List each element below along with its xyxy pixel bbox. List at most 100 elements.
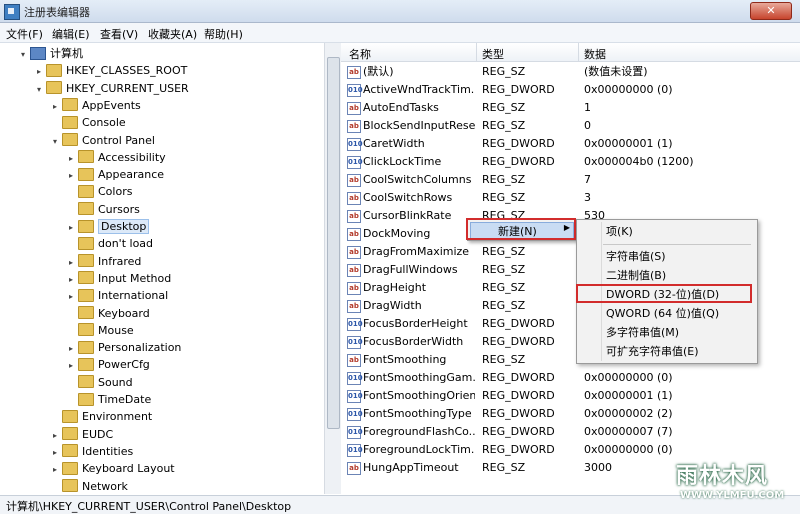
scrollbar-thumb[interactable]: [327, 57, 340, 429]
tree-item[interactable]: ▸ Identities: [50, 443, 133, 460]
folder-icon: [62, 133, 78, 146]
expander-icon[interactable]: ▸: [50, 461, 60, 478]
computer-icon: [30, 46, 46, 60]
menu-edit[interactable]: 编辑(E): [52, 26, 90, 42]
value-name: CoolSwitchColumns: [363, 173, 472, 186]
expander-icon[interactable]: ▸: [50, 98, 60, 115]
reg-string-icon: ab: [347, 174, 361, 187]
tree-item[interactable]: ▸ International: [66, 287, 168, 304]
expander-icon[interactable]: ▾: [50, 133, 60, 150]
menu-file[interactable]: 文件(F): [6, 26, 43, 42]
tree-item[interactable]: ▾ 计算机: [18, 45, 83, 62]
expander-icon[interactable]: ▸: [66, 288, 76, 305]
expander-icon[interactable]: ▸: [34, 63, 44, 80]
tree-item[interactable]: ▸ Personalization: [66, 339, 181, 356]
expander-icon[interactable]: ▸: [50, 444, 60, 461]
folder-icon: [62, 115, 78, 129]
value-row[interactable]: 010 FontSmoothingOrien... REG_DWORD 0x00000…: [341, 387, 800, 405]
menu-bar: 文件(F) 编辑(E) 查看(V) 收藏夹(A) 帮助(H): [0, 23, 800, 43]
value-row[interactable]: 010 ClickLockTime REG_DWORD 0x000004b0 (120…: [341, 153, 800, 171]
reg-string-icon: ab: [347, 192, 361, 205]
tree-item[interactable]: TimeDate: [66, 391, 151, 408]
submenu-item[interactable]: 二进制值(B): [606, 267, 666, 285]
column-name[interactable]: 名称: [349, 46, 371, 62]
value-row[interactable]: ab (默认) REG_SZ (数值未设置): [341, 63, 800, 81]
value-type: REG_DWORD: [482, 371, 555, 384]
window-title: 注册表编辑器: [24, 6, 90, 19]
reg-binary-icon: 010: [347, 444, 363, 457]
tree-item[interactable]: ▾ HKEY_CURRENT_USER: [34, 80, 189, 97]
value-name: FontSmoothingOrien...: [363, 389, 475, 402]
menu-help[interactable]: 帮助(H): [204, 26, 243, 42]
column-type[interactable]: 类型: [482, 46, 504, 62]
value-data: 0: [584, 119, 591, 132]
tree-item-label: Accessibility: [98, 150, 166, 164]
folder-icon: [62, 479, 78, 492]
expander-icon[interactable]: ▾: [34, 81, 44, 98]
tree-item[interactable]: ▾ Control Panel: [50, 132, 155, 149]
tree-item-label: Keyboard Layout: [82, 462, 175, 476]
value-row[interactable]: ab CoolSwitchColumns REG_SZ 7: [341, 171, 800, 189]
submenu-item[interactable]: 多字符串值(M): [606, 324, 679, 342]
close-button[interactable]: ✕: [750, 2, 792, 20]
tree-item[interactable]: Colors: [66, 183, 132, 200]
value-data: 0x00000000 (0): [584, 443, 673, 456]
expander-icon[interactable]: ▸: [66, 340, 76, 357]
submenu-item[interactable]: 项(K): [606, 223, 633, 241]
tree-item[interactable]: Network: [50, 478, 128, 495]
expander-icon[interactable]: ▸: [66, 167, 76, 184]
expander-icon[interactable]: ▾: [18, 46, 28, 63]
expander-icon[interactable]: ▸: [50, 427, 60, 444]
expander-icon[interactable]: ▸: [66, 254, 76, 271]
value-row[interactable]: 010 ForegroundLockTim... REG_DWORD 0x000000…: [341, 441, 800, 459]
menu-view[interactable]: 查看(V): [100, 26, 138, 42]
tree-item[interactable]: Environment: [50, 408, 152, 425]
submenu-item[interactable]: QWORD (64 位)值(Q): [606, 305, 719, 323]
tree-item-label: Desktop: [98, 219, 150, 234]
expander-icon[interactable]: ▸: [66, 357, 76, 374]
tree-item-label: Input Method: [98, 271, 172, 285]
value-row[interactable]: ab AutoEndTasks REG_SZ 1: [341, 99, 800, 117]
value-row[interactable]: 010 ForegroundFlashCo... REG_DWORD 0x000000…: [341, 423, 800, 441]
tree-item[interactable]: Cursors: [66, 201, 140, 218]
tree-item[interactable]: Sound: [66, 374, 133, 391]
tree-item-label: Appearance: [98, 168, 165, 182]
expander-icon[interactable]: ▸: [66, 271, 76, 288]
tree-item[interactable]: ▸ HKEY_CLASSES_ROOT: [34, 62, 187, 79]
folder-icon: [62, 444, 78, 458]
tree-item[interactable]: don't load: [66, 235, 153, 252]
tree-item[interactable]: ▸ Appearance: [66, 166, 164, 183]
folder-icon: [78, 219, 94, 233]
expander-icon[interactable]: ▸: [66, 219, 76, 236]
folder-icon: [78, 288, 94, 302]
value-row[interactable]: 010 FontSmoothingType REG_DWORD 0x00000002 …: [341, 405, 800, 423]
tree-item[interactable]: ▸ Accessibility: [66, 149, 166, 166]
submenu-item[interactable]: 字符串值(S): [606, 248, 666, 266]
value-row[interactable]: 010 CaretWidth REG_DWORD 0x00000001 (1): [341, 135, 800, 153]
tree-item-label: Identities: [82, 444, 134, 458]
value-type: REG_SZ: [482, 101, 526, 114]
expander-icon[interactable]: ▸: [66, 150, 76, 167]
column-data[interactable]: 数据: [584, 46, 606, 62]
tree-item[interactable]: Mouse: [66, 322, 134, 339]
value-row[interactable]: 010 FontSmoothingGam... REG_DWORD 0x0000000…: [341, 369, 800, 387]
tree-item[interactable]: ▸ AppEvents: [50, 97, 141, 114]
tree-item[interactable]: Keyboard: [66, 305, 150, 322]
value-row[interactable]: 010 ActiveWndTrackTim... REG_DWORD 0x000000…: [341, 81, 800, 99]
tree-item[interactable]: ▸ Input Method: [66, 270, 171, 287]
tree-item[interactable]: Console: [50, 114, 126, 131]
tree-item[interactable]: ▸ Infrared: [66, 253, 141, 270]
registry-tree[interactable]: ▾ 计算机 ▸ HKEY_CLASSES_ROOT ▾ HKEY_CURRENT_USER…: [0, 43, 325, 494]
tree-item-label: Mouse: [98, 323, 134, 337]
submenu-item[interactable]: 可扩充字符串值(E): [606, 343, 699, 361]
reg-string-icon: ab: [347, 66, 361, 79]
tree-item[interactable]: ▸ PowerCfg: [66, 356, 150, 373]
tree-scrollbar[interactable]: [324, 43, 341, 494]
tree-item[interactable]: ▸ Keyboard Layout: [50, 460, 175, 477]
value-row[interactable]: ab BlockSendInputResets REG_SZ 0: [341, 117, 800, 135]
value-type: REG_SZ: [482, 245, 526, 258]
tree-item[interactable]: ▸ EUDC: [50, 426, 113, 443]
tree-item[interactable]: ▸ Desktop: [66, 218, 150, 236]
value-row[interactable]: ab CoolSwitchRows REG_SZ 3: [341, 189, 800, 207]
menu-favorites[interactable]: 收藏夹(A): [148, 26, 197, 42]
